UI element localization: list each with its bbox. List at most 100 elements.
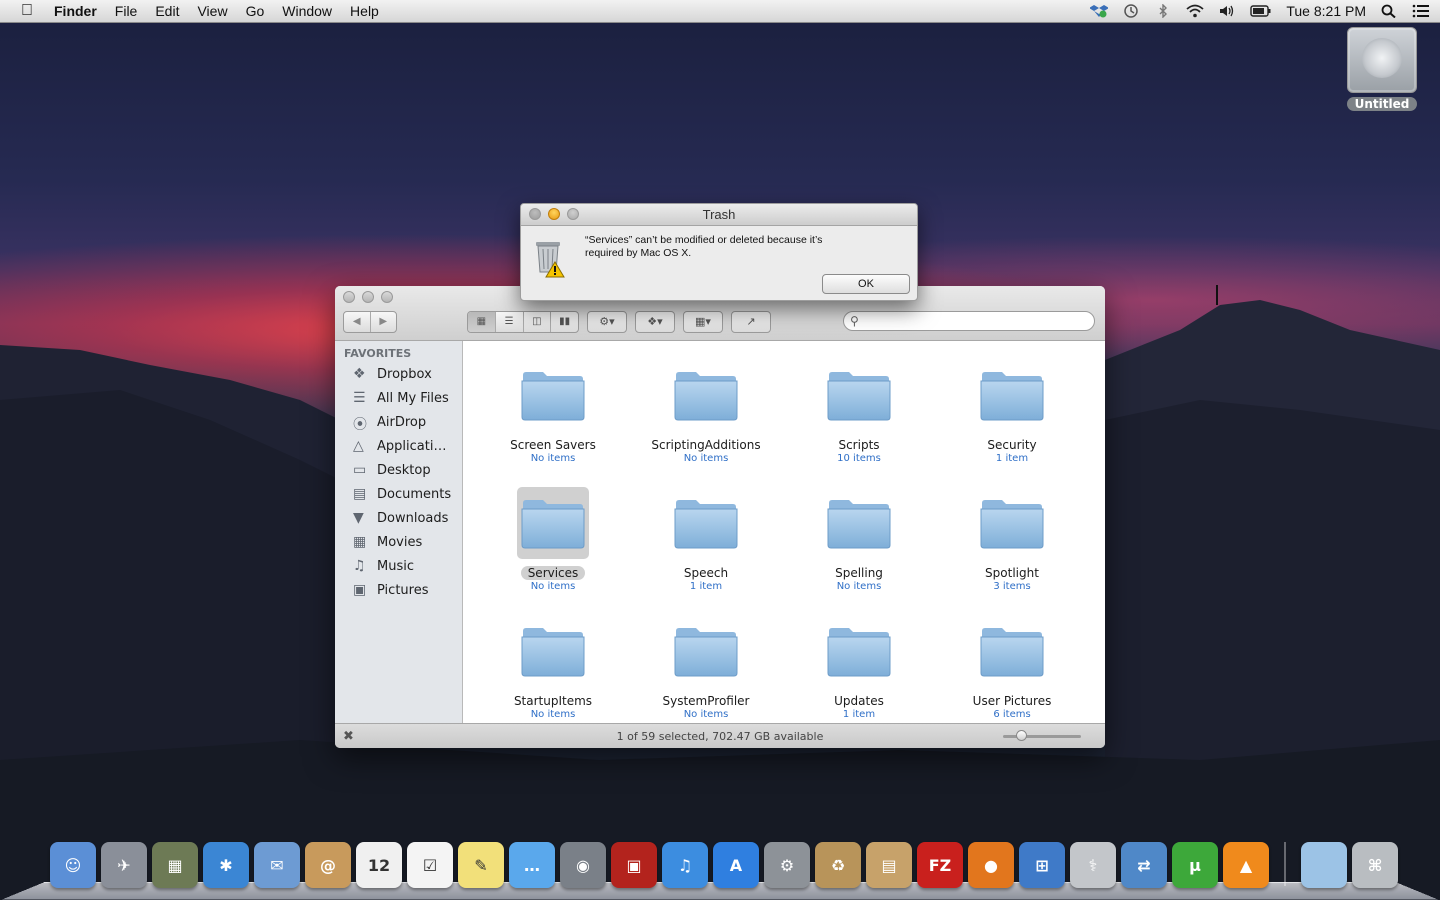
close-button[interactable] [343,291,355,303]
dock-recycle-icon[interactable]: ♻ [815,842,861,888]
dock-safari-icon[interactable]: ✱ [203,842,249,888]
dock-migration-icon[interactable]: ⇄ [1121,842,1167,888]
alert-zoom-button[interactable] [567,208,579,220]
minimize-button[interactable] [362,291,374,303]
dock-messages-icon[interactable]: … [509,842,555,888]
dock-itunes-icon[interactable]: ♫ [662,842,708,888]
sidebar-item-movies[interactable]: ▦ Movies [335,530,462,554]
time-machine-icon[interactable] [1122,4,1140,18]
notification-center-icon[interactable] [1412,4,1430,18]
folder-item[interactable]: Updates 1 item [784,615,934,720]
search-input[interactable]: ⚲ [843,311,1095,331]
sidebar-item-all-files[interactable]: ☰ All My Files [335,386,462,410]
action-gear-button[interactable]: ⚙▾ [587,311,627,333]
alert-close-button[interactable] [529,208,541,220]
folder-item[interactable]: Services No items [478,487,628,592]
dock-trash-icon[interactable]: ⌘ [1352,842,1398,888]
dock-reminders-icon[interactable]: ☑ [407,842,453,888]
share-button[interactable]: ↗ [731,311,771,333]
menu-help[interactable]: Help [350,3,379,19]
folder-item[interactable]: ScriptingAdditions No items [631,359,781,464]
back-arrow-icon[interactable]: ◀ [344,312,371,332]
trash-warning-icon [536,242,565,278]
folder-item[interactable]: SystemProfiler No items [631,615,781,720]
folder-item[interactable]: Speech 1 item [631,487,781,592]
icon-size-slider[interactable] [1003,730,1081,741]
view-mode-segment: ▦ ☰ ◫ ▮▮ [467,311,579,333]
dropbox-toolbar-button[interactable]: ❖▾ [635,311,675,333]
dock-documents-stack-icon[interactable] [1301,842,1347,888]
dock-compress-icon[interactable]: ▤ [866,842,912,888]
menu-window[interactable]: Window [282,3,332,19]
sidebar-item-music[interactable]: ♫ Music [335,554,462,578]
finder-window: ◀ ▶ ▦ ☰ ◫ ▮▮ ⚙▾ ❖▾ ▦▾ ↗ ⚲ FAVORITES ❖ Dro… [335,286,1105,748]
dock-firefox-icon[interactable]: ● [968,842,1014,888]
folder-name: StartupItems [513,694,593,708]
dock-launchpad-icon[interactable]: ✈ [101,842,147,888]
column-view-icon[interactable]: ◫ [524,312,552,332]
dock-calendar-icon[interactable]: 12 [356,842,402,888]
dock-mail-eagle-icon[interactable]: ✉ [254,842,300,888]
movies-icon: ▦ [353,534,367,550]
menubar-clock[interactable]: Tue 8:21 PM [1286,3,1366,19]
dock-facetime-icon[interactable]: ◉ [560,842,606,888]
icon-view-icon[interactable]: ▦ [468,312,496,332]
dock-photo-booth-icon[interactable]: ▣ [611,842,657,888]
folder-item[interactable]: Spelling No items [784,487,934,592]
sidebar-item-pictures[interactable]: ▣ Pictures [335,578,462,602]
menu-app-name[interactable]: Finder [54,3,97,19]
desktop-drive[interactable]: Untitled [1346,27,1418,117]
folder-item[interactable]: Spotlight 3 items [937,487,1087,592]
menu-view[interactable]: View [197,3,227,19]
volume-icon[interactable] [1218,4,1236,18]
menu-edit[interactable]: Edit [155,3,179,19]
dock-filezilla-icon[interactable]: FZ [917,842,963,888]
sidebar-item-dropbox[interactable]: ❖ Dropbox [335,362,462,386]
coverflow-view-icon[interactable]: ▮▮ [551,312,578,332]
spotlight-icon[interactable] [1380,4,1398,18]
battery-icon[interactable] [1250,4,1272,18]
sidebar-item-desktop[interactable]: ▭ Desktop [335,458,462,482]
sidebar-item-airdrop[interactable]: ⦿ AirDrop [335,410,462,434]
back-forward-buttons: ◀ ▶ [343,311,397,333]
dock-app-store-icon[interactable]: A [713,842,759,888]
dock-contacts-icon[interactable]: @ [305,842,351,888]
ok-button[interactable]: OK [822,274,910,294]
dock-utorrent-icon[interactable]: µ [1172,842,1218,888]
sidebar-item-documents[interactable]: ▤ Documents [335,482,462,506]
folder-item[interactable]: Scripts 10 items [784,359,934,464]
list-view-icon[interactable]: ☰ [496,312,524,332]
forward-arrow-icon[interactable]: ▶ [371,312,397,332]
sidebar-item-label: Applicati… [377,438,447,454]
dropbox-status-icon[interactable] [1090,4,1109,18]
alert-minimize-button[interactable] [548,208,560,220]
folder-item[interactable]: User Pictures 6 items [937,615,1087,720]
dock-notes-icon[interactable]: ✎ [458,842,504,888]
folder-item[interactable]: Screen Savers No items [478,359,628,464]
bluetooth-icon[interactable] [1154,4,1172,18]
apple-menu-icon[interactable]:  [16,2,38,20]
folder-item[interactable]: Security 1 item [937,359,1087,464]
dock-mission-control-icon[interactable]: ▦ [152,842,198,888]
zoom-button[interactable] [381,291,393,303]
arrange-button[interactable]: ▦▾ [683,311,723,333]
dock-disk-utility-icon[interactable]: ⚕ [1070,842,1116,888]
downloads-icon: ▼ [353,510,364,526]
sidebar-item-downloads[interactable]: ▼ Downloads [335,506,462,530]
sidebar-item-applications[interactable]: △ Applicati… [335,434,462,458]
dock-boot-camp-icon[interactable]: ⊞ [1019,842,1065,888]
gear-icon: ⚙▾ [599,315,615,328]
menu-go[interactable]: Go [246,3,265,19]
folder-item-count: 6 items [993,709,1031,720]
folder-item[interactable]: StartupItems No items [478,615,628,720]
dock-finder-icon[interactable]: ☺ [50,842,96,888]
wifi-icon[interactable] [1186,4,1204,18]
sidebar-item-label: Documents [377,486,452,502]
folder-icon [823,615,895,687]
alert-titlebar: Trash [521,204,917,226]
folder-icon [517,615,589,687]
dock-system-preferences-icon[interactable]: ⚙ [764,842,810,888]
menu-file[interactable]: File [115,3,138,19]
dock-vlc-icon[interactable]: ▲ [1223,842,1269,888]
menu-bar:  Finder File Edit View Go Window Help T… [0,0,1440,23]
